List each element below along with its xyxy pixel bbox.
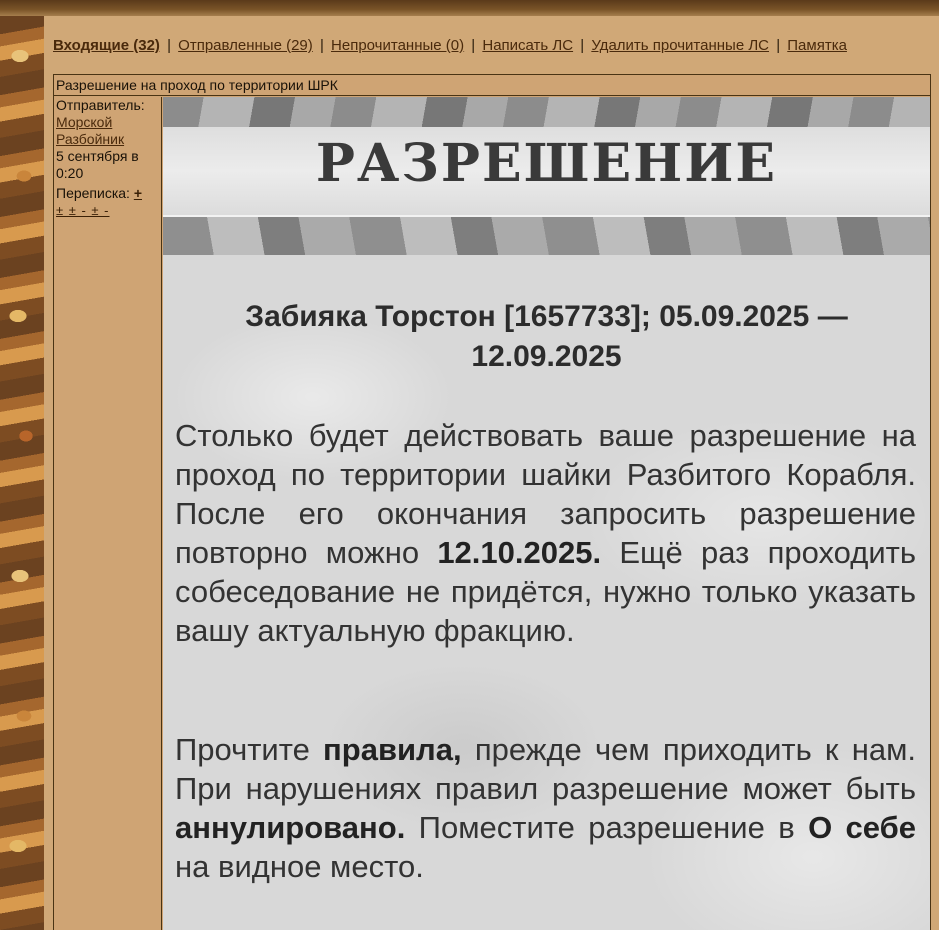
banner-stone-top	[163, 97, 930, 127]
permit-paragraph-rules: Прочтите правила, прежде чем приходить к…	[175, 730, 916, 886]
message-subject: Разрешение на проход по территории ШРК	[54, 75, 930, 96]
paragraph-text: Прочтите	[175, 732, 324, 767]
thread-expand-button[interactable]: +	[134, 185, 142, 201]
top-decorative-strip	[0, 0, 939, 16]
renewal-date: 12.10.2025.	[437, 535, 602, 570]
nav-sent-link[interactable]: Отправленные (29)	[178, 37, 313, 54]
nav-inbox-link[interactable]: Входящие (32)	[53, 37, 160, 54]
nav-separator: |	[471, 37, 476, 54]
nav-unread-link[interactable]: Непрочитанные (0)	[331, 37, 464, 54]
paragraph-text: Поместите разрешение в	[405, 810, 809, 845]
nav-delete-read-link[interactable]: Удалить прочитанные ЛС	[591, 37, 769, 54]
about-me-emphasis: О себе	[808, 810, 917, 845]
message-content: РАЗРЕШЕНИЕ Забияка Торстон [1657733]; 05…	[163, 97, 930, 930]
annulled-emphasis: аннулировано.	[175, 810, 406, 845]
mushroom-border-decoration	[0, 16, 44, 930]
sender-label: Отправитель:	[56, 97, 145, 113]
message-date: 0:20	[56, 165, 84, 181]
sender-name-link[interactable]: Разбойник	[56, 131, 124, 147]
nav-memo-link[interactable]: Памятка	[787, 37, 847, 54]
permit-paragraph-validity: Столько будет действовать ваше разрешени…	[175, 416, 916, 650]
nav-separator: |	[776, 37, 781, 54]
banner-title: РАЗРЕШЕНИЕ	[315, 133, 778, 194]
thread-label: Переписка:	[56, 185, 130, 201]
message-sidebar: Отправитель: Морской Разбойник 5 сентябр…	[54, 97, 162, 930]
banner-stone-bottom	[163, 217, 930, 255]
paragraph-text: на видное место.	[175, 849, 424, 884]
message-box: Разрешение на проход по территории ШРК О…	[53, 74, 931, 930]
permit-heading: Забияка Торстон [1657733]; 05.09.2025 — …	[245, 300, 848, 373]
nav-separator: |	[580, 37, 585, 54]
nav-write-link[interactable]: Написать ЛС	[482, 37, 573, 54]
sender-name-link[interactable]: Морской	[56, 114, 112, 130]
nav-separator: |	[167, 37, 171, 54]
mail-navigation: Входящие (32) | Отправленные (29) | Непр…	[53, 37, 933, 54]
message-date: 5 сентября в	[56, 148, 139, 164]
nav-separator: |	[319, 37, 324, 54]
thread-nav-links[interactable]: ± ± - ± -	[56, 203, 110, 218]
rules-emphasis: правила,	[323, 732, 462, 767]
